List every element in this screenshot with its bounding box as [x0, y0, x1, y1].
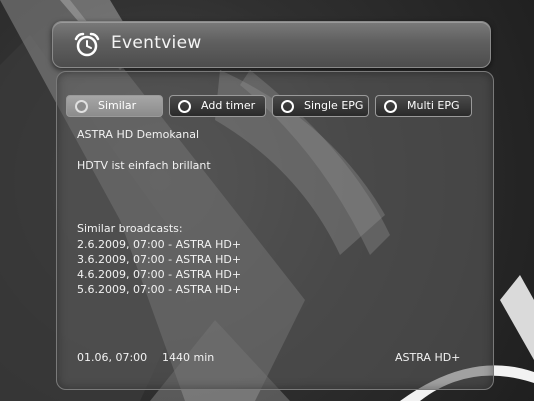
- radio-icon: [281, 99, 294, 113]
- similar-button[interactable]: Similar: [66, 95, 163, 117]
- channel-name: ASTRA HD Demokanal: [77, 128, 200, 141]
- title-bar: Eventview: [52, 21, 491, 68]
- alarm-clock-icon: [74, 32, 100, 57]
- radio-icon: [384, 99, 397, 113]
- add-timer-button-label: Add timer: [201, 99, 256, 112]
- list-item: 3.6.2009, 07:00 - ASTRA HD+: [77, 253, 242, 266]
- add-timer-button[interactable]: Add timer: [169, 95, 266, 117]
- list-item: 5.6.2009, 07:00 - ASTRA HD+: [77, 283, 242, 296]
- list-item: 4.6.2009, 07:00 - ASTRA HD+: [77, 268, 242, 281]
- event-duration: 1440 min: [162, 351, 215, 364]
- similar-broadcasts-list: 2.6.2009, 07:00 - ASTRA HD+ 3.6.2009, 07…: [77, 237, 241, 297]
- event-description: HDTV ist einfach brillant: [77, 159, 211, 172]
- single-epg-button[interactable]: Single EPG: [272, 95, 369, 117]
- radio-icon: [75, 99, 88, 113]
- list-item: 2.6.2009, 07:00 - ASTRA HD+: [77, 238, 242, 251]
- multi-epg-button-label: Multi EPG: [407, 99, 460, 112]
- single-epg-button-label: Single EPG: [304, 99, 364, 112]
- event-start-time: 01.06, 07:00: [77, 351, 148, 364]
- similar-button-label: Similar: [98, 99, 137, 112]
- similar-broadcasts-heading: Similar broadcasts:: [77, 222, 183, 235]
- window-title: Eventview: [111, 33, 202, 53]
- footer-channel: ASTRA HD+: [395, 351, 461, 364]
- radio-icon: [178, 99, 191, 113]
- tv-screen: Eventview Similar Add timer Single EPG M…: [0, 0, 534, 401]
- multi-epg-button[interactable]: Multi EPG: [375, 95, 472, 117]
